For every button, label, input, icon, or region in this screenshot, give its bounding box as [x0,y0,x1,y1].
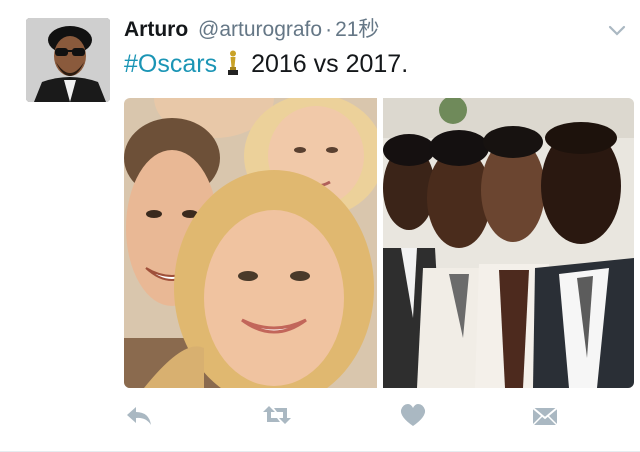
oscar-statuette-icon [225,50,241,76]
tweet-text-body: 2016 vs 2017. [251,50,409,78]
tweet-actions [124,400,624,430]
chevron-down-icon[interactable] [608,24,626,36]
avatar-image [26,18,110,102]
separator-dot: · [325,18,333,41]
tweet-text: #Oscars 2016 vs 2017. [124,48,408,80]
photo-right-image [383,98,634,388]
hashtag-link[interactable]: #Oscars [124,50,217,78]
retweet-icon[interactable] [260,400,294,430]
heart-icon[interactable] [398,400,428,430]
timestamp[interactable]: 21秒 [335,18,379,41]
author-handle[interactable]: @arturografo [198,18,322,41]
author-name[interactable]: Arturo [124,18,188,41]
photo-left[interactable] [124,98,377,388]
photo-left-image [124,98,377,388]
tweet-header: Arturo @arturografo · 21秒 [124,16,379,44]
avatar[interactable] [26,18,110,102]
tweet-card[interactable]: Arturo @arturografo · 21秒 #Oscars 2016 vs … [0,0,640,452]
reply-icon[interactable] [124,400,154,430]
direct-message-icon[interactable] [530,400,560,430]
photo-right[interactable] [383,98,634,388]
